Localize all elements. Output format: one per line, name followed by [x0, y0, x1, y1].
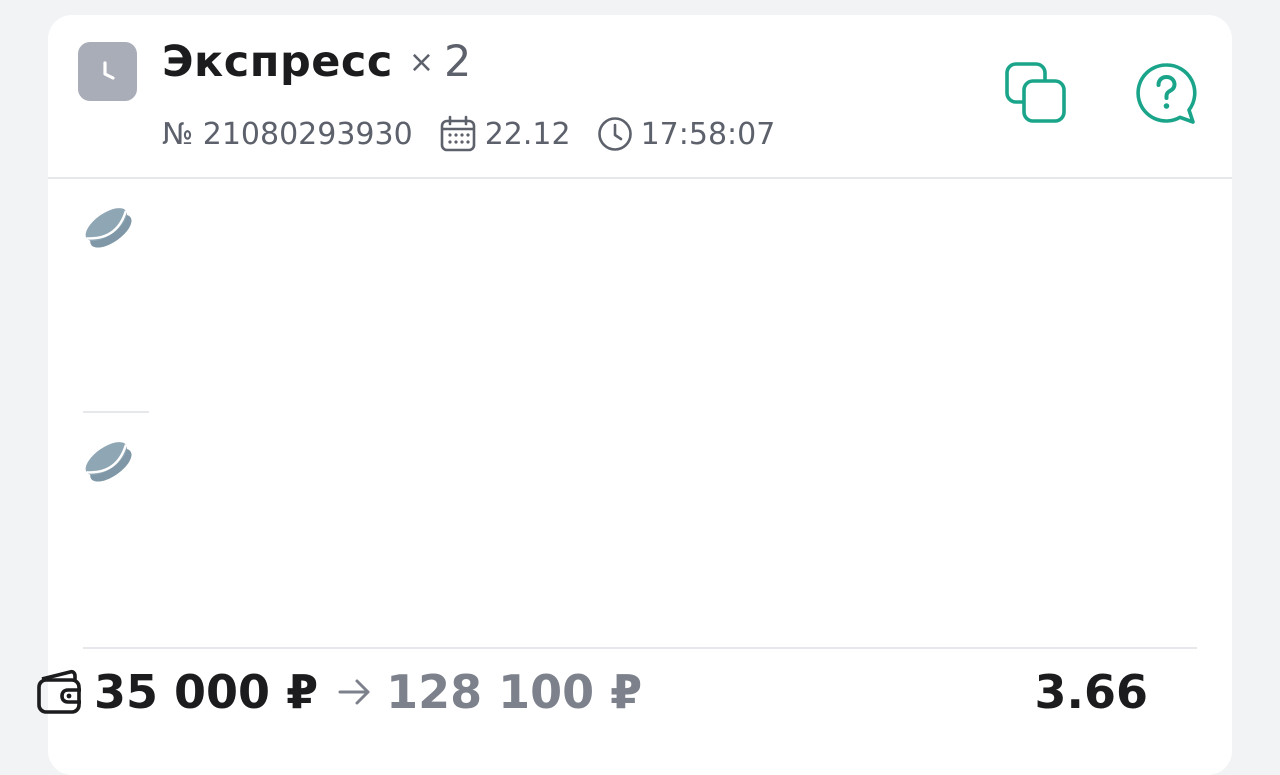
arrow-right-icon [338, 677, 372, 707]
event-divider [83, 411, 149, 413]
footer-divider [83, 647, 1197, 649]
clock-outline-icon [597, 116, 633, 152]
wallet-icon [36, 669, 84, 715]
bet-time: 17:58:07 [640, 116, 776, 152]
total-odds: 3.66 [1034, 665, 1149, 719]
hockey-puck-icon [82, 437, 134, 485]
bet-summary: 35 000 ₽ 128 100 ₽ 3.66 [36, 652, 1148, 732]
amounts: 35 000 ₽ 128 100 ₽ [36, 665, 642, 719]
clock-icon [78, 42, 137, 101]
calendar-icon [439, 115, 477, 153]
bet-type-title: Экспресс [162, 37, 393, 87]
events-list [48, 179, 1232, 649]
bet-date: 22.12 [484, 116, 571, 152]
copy-button[interactable] [1004, 61, 1068, 129]
events-count: × 2 [409, 37, 472, 87]
bet-header: Экспресс × 2 № 21080293930 22.12 17:58:0… [48, 15, 1232, 179]
bet-title-row: Экспресс × 2 [162, 37, 471, 87]
multiplier-count: 2 [444, 37, 472, 87]
stake-amount: 35 000 ₽ [94, 665, 319, 719]
help-chat-icon [1134, 61, 1198, 129]
payout-amount: 128 100 ₽ [386, 665, 643, 719]
copy-icon [1004, 61, 1068, 129]
hockey-puck-icon [82, 203, 134, 251]
bet-meta: № 21080293930 22.12 17:58:07 [162, 115, 775, 153]
bet-number: № 21080293930 [162, 116, 413, 152]
help-button[interactable] [1134, 63, 1198, 127]
multiplier-symbol: × [408, 45, 435, 80]
